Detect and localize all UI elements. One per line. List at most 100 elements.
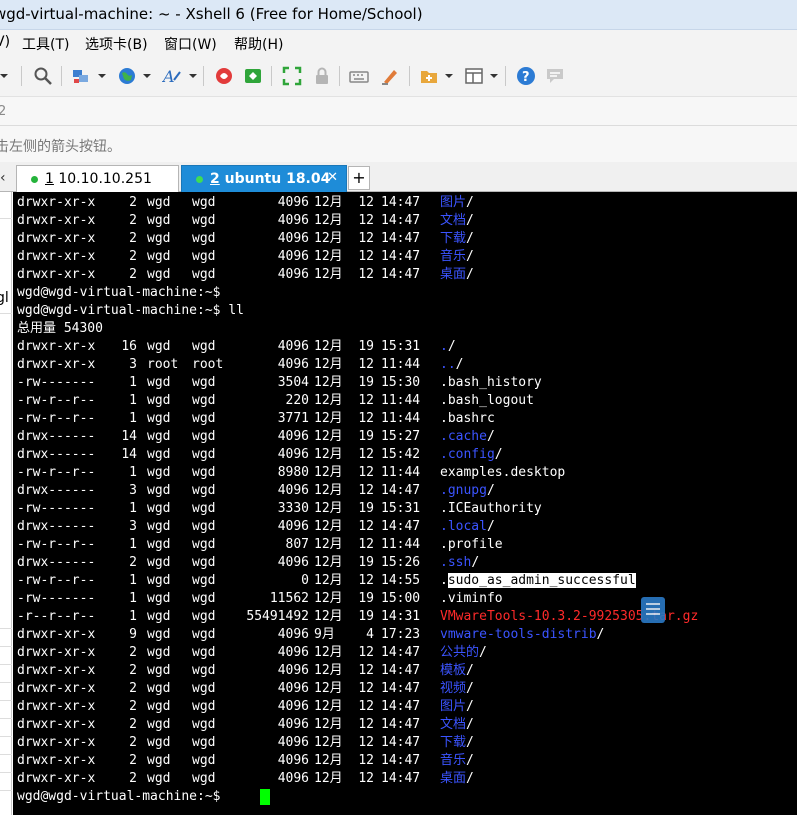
ls-size: 807 bbox=[285, 537, 309, 552]
ls-month: 12月 bbox=[314, 717, 343, 732]
toolbar-separator bbox=[21, 66, 22, 86]
filename-text: 下载 bbox=[440, 735, 467, 750]
ls-perm: drwxr-xr-x bbox=[17, 231, 96, 246]
filename-suffix: / bbox=[486, 519, 495, 534]
ls-owner: wgd bbox=[147, 375, 171, 390]
layout-icon[interactable] bbox=[464, 66, 484, 86]
chevron-down-icon[interactable] bbox=[189, 74, 197, 78]
font-icon[interactable]: A bbox=[162, 66, 182, 86]
ls-day: 19 bbox=[358, 339, 374, 354]
ls-group: wgd bbox=[192, 231, 216, 246]
ls-links: 1 bbox=[129, 393, 137, 408]
ls-perm: -rw------- bbox=[17, 375, 96, 390]
ls-month: 12月 bbox=[314, 681, 343, 696]
ls-perm: drwxr-xr-x bbox=[17, 699, 96, 714]
toolbar-separator bbox=[61, 66, 62, 86]
chevron-down-icon[interactable] bbox=[490, 74, 498, 78]
filename-text: 音乐 bbox=[440, 753, 467, 768]
fullscreen-icon[interactable] bbox=[282, 66, 302, 86]
filename-suffix: / bbox=[486, 429, 495, 444]
terminal-line: drwxr-xr-x 2 wgd wgd 4096 12月 12 14:47 视频/ bbox=[17, 680, 793, 698]
ls-links: 2 bbox=[129, 249, 137, 264]
menu-help[interactable]: 帮助(H) bbox=[234, 34, 283, 54]
help-icon[interactable]: ? bbox=[516, 66, 536, 86]
chevron-down-icon[interactable] bbox=[98, 74, 106, 78]
filename-text: .config bbox=[440, 447, 495, 462]
icon-line bbox=[646, 608, 660, 610]
ls-perm: drwxr-xr-x bbox=[17, 681, 96, 696]
add-tab-button[interactable]: + bbox=[348, 166, 370, 190]
ls-perm: drwxr-xr-x bbox=[17, 339, 96, 354]
ls-perm: drwxr-xr-x bbox=[17, 195, 96, 210]
highlighter-icon[interactable] bbox=[380, 66, 400, 86]
menu-view[interactable]: V) bbox=[0, 34, 10, 50]
filename-text: . bbox=[440, 339, 448, 354]
filename-text: 文档 bbox=[440, 717, 467, 732]
ls-filename: .local/ bbox=[440, 518, 495, 536]
tab-session-2[interactable]: 2 ubuntu 18.04 ✕ bbox=[181, 165, 347, 192]
ls-owner: wgd bbox=[147, 555, 171, 570]
chat-icon[interactable] bbox=[545, 66, 565, 86]
filename-suffix: / bbox=[494, 447, 503, 462]
ls-links: 1 bbox=[129, 501, 137, 516]
address-bar[interactable]: 2 bbox=[0, 96, 797, 126]
ls-owner: wgd bbox=[147, 699, 171, 714]
ls-month: 12月 bbox=[314, 195, 343, 210]
ls-group: wgd bbox=[192, 483, 216, 498]
dropdown-arrow-icon[interactable] bbox=[0, 74, 8, 78]
ls-group: wgd bbox=[192, 267, 216, 282]
ls-time: 14:47 bbox=[381, 735, 421, 750]
terminal-line: drwx------ 3 wgd wgd 4096 12月 12 14:47 .gnupg/ bbox=[17, 482, 793, 500]
ls-month: 12月 bbox=[314, 645, 343, 660]
terminal-line: drwxr-xr-x 16 wgd wgd 4096 12月 19 15:31 ./ bbox=[17, 338, 793, 356]
ls-month: 12月 bbox=[314, 537, 343, 552]
chevron-down-icon[interactable] bbox=[445, 74, 453, 78]
ls-links: 2 bbox=[129, 213, 137, 228]
menu-tabs[interactable]: 选项卡(B) bbox=[85, 34, 148, 54]
ls-filename: 音乐/ bbox=[440, 752, 474, 770]
chevron-down-icon[interactable] bbox=[143, 74, 151, 78]
ls-month: 12月 bbox=[314, 483, 343, 498]
ls-perm: drwx------ bbox=[17, 447, 96, 462]
ls-perm: drwxr-xr-x bbox=[17, 717, 96, 732]
terminal-line: -rw------- 1 wgd wgd 3330 12月 19 15:31 .ICEautho… bbox=[17, 500, 793, 518]
tab-session-1[interactable]: 1 10.10.10.251 bbox=[16, 165, 179, 192]
terminal-line: drwxr-xr-x 2 wgd wgd 4096 12月 12 14:47 下载/ bbox=[17, 230, 793, 248]
search-icon[interactable] bbox=[33, 66, 53, 86]
terminal-cursor bbox=[260, 789, 270, 805]
ls-time: 11:44 bbox=[381, 537, 421, 552]
floating-notes-icon[interactable] bbox=[641, 597, 665, 623]
toolbar-separator bbox=[203, 66, 204, 86]
terminal-line: 总用量 54300 bbox=[17, 320, 793, 338]
menu-window[interactable]: 窗口(W) bbox=[164, 34, 217, 54]
ls-filename: 下载/ bbox=[440, 734, 474, 752]
menu-tools[interactable]: 工具(T) bbox=[22, 34, 69, 54]
xftp-icon[interactable] bbox=[243, 66, 263, 86]
new-tab-icon[interactable] bbox=[419, 66, 439, 86]
ls-time: 14:47 bbox=[381, 267, 421, 282]
ls-perm: -rw------- bbox=[17, 501, 96, 516]
ls-links: 2 bbox=[129, 717, 137, 732]
terminal-output[interactable]: drwxr-xr-x 2 wgd wgd 4096 12月 12 14:47 图片/drwxr-… bbox=[13, 192, 797, 815]
ls-group: wgd bbox=[192, 393, 216, 408]
keyboard-icon[interactable] bbox=[349, 66, 369, 86]
ls-month: 12月 bbox=[314, 267, 343, 282]
panel-divider bbox=[0, 718, 12, 719]
tab-scroll-left-button[interactable]: ‹ bbox=[0, 166, 11, 190]
lock-icon[interactable] bbox=[312, 66, 332, 86]
terminal-line: drwx------ 14 wgd wgd 4096 12月 12 15:42 .config/ bbox=[17, 446, 793, 464]
ls-owner: wgd bbox=[147, 753, 171, 768]
ls-group: wgd bbox=[192, 195, 216, 210]
menu-bar: V) 工具(T) 选项卡(B) 窗口(W) 帮助(H) bbox=[0, 30, 797, 56]
ls-filename: .bashrc bbox=[440, 410, 495, 428]
filename-text: 文档 bbox=[440, 213, 467, 228]
terminal-line: drwxr-xr-x 2 wgd wgd 4096 12月 12 14:47 文档/ bbox=[17, 212, 793, 230]
globe-icon[interactable] bbox=[117, 66, 137, 86]
toolbar-separator bbox=[505, 66, 506, 86]
ls-group: wgd bbox=[192, 429, 216, 444]
session-properties-icon[interactable] bbox=[71, 66, 91, 86]
connected-status-dot bbox=[196, 176, 203, 183]
close-icon[interactable]: ✕ bbox=[327, 170, 338, 185]
terminal-line: -rw-r--r-- 1 wgd wgd 0 12月 12 14:55 .sudo_as_adm… bbox=[17, 572, 793, 590]
xmanager-icon[interactable] bbox=[214, 66, 234, 86]
